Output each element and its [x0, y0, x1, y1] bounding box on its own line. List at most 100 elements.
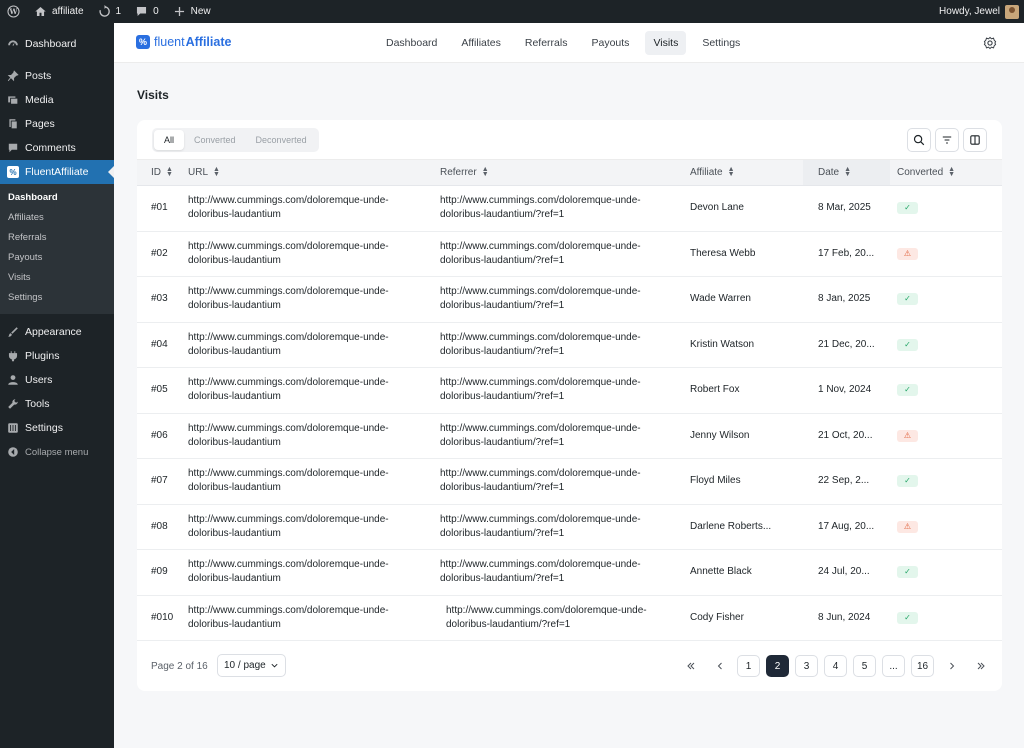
- page-button-16[interactable]: 16: [911, 655, 934, 677]
- search-button[interactable]: [907, 128, 931, 152]
- table-row[interactable]: #08 http://www.cummings.com/doloremque-un…: [137, 504, 1002, 550]
- cell-converted: ✓: [890, 276, 1002, 323]
- app-tabs: Dashboard Affiliates Referrals Payouts V…: [378, 31, 756, 55]
- sidebar-item-media[interactable]: Media: [0, 88, 114, 112]
- tab-dashboard[interactable]: Dashboard: [378, 31, 445, 55]
- cell-converted: ✓: [890, 458, 1002, 505]
- page-ellipsis[interactable]: ...: [882, 655, 905, 677]
- per-page-select[interactable]: 10 / page: [217, 654, 286, 677]
- per-page-value: 10 / page: [224, 660, 266, 671]
- brush-icon: [8, 327, 18, 337]
- submenu-affiliates[interactable]: Affiliates: [0, 208, 114, 228]
- cell-affiliate: Annette Black: [690, 549, 803, 596]
- chevron-right-icon: [949, 662, 954, 670]
- filter-deconverted[interactable]: Deconverted: [246, 130, 317, 150]
- submenu-settings[interactable]: Settings: [0, 288, 114, 308]
- updates-link[interactable]: 1: [91, 0, 129, 23]
- fluentaffiliate-logo[interactable]: % fluent Affiliate: [136, 35, 231, 49]
- tab-payouts[interactable]: Payouts: [583, 31, 637, 55]
- column-header-converted[interactable]: Converted ▲ ▼: [890, 159, 1002, 186]
- table-row[interactable]: #02 http://www.cummings.com/doloremque-un…: [137, 231, 1002, 277]
- column-header-date[interactable]: Date ▲ ▼: [803, 159, 890, 186]
- pin-icon: [7, 70, 19, 82]
- chevron-left-icon: [717, 662, 722, 670]
- page-button-2[interactable]: 2: [766, 655, 789, 677]
- sidebar-item-appearance[interactable]: Appearance: [0, 320, 114, 344]
- tab-visits[interactable]: Visits: [645, 31, 687, 55]
- sidebar-item-comments[interactable]: Comments: [0, 136, 114, 160]
- converted-check-icon: ✓: [897, 566, 918, 579]
- cell-id: #02: [137, 231, 188, 277]
- cell-url: http://www.cummings.com/doloremque-unde-…: [188, 367, 439, 414]
- tab-settings[interactable]: Settings: [694, 31, 748, 55]
- prev-page-button[interactable]: [708, 655, 731, 677]
- user-icon: [8, 375, 18, 385]
- url-line-1: http://www.cummings.com/doloremque-unde-: [188, 195, 389, 207]
- page-button-4[interactable]: 4: [824, 655, 847, 677]
- tab-referrals[interactable]: Referrals: [517, 31, 576, 55]
- sidebar-item-plugins[interactable]: Plugins: [0, 344, 114, 368]
- gear-icon[interactable]: [983, 36, 997, 50]
- column-header-url[interactable]: URL ▲ ▼: [188, 159, 439, 186]
- sidebar-item-settings[interactable]: Settings: [0, 416, 114, 440]
- table-row[interactable]: #01 http://www.cummings.com/doloremque-un…: [137, 185, 1002, 232]
- sidebar-item-fluentaffiliate[interactable]: % FluentAffiliate: [0, 160, 114, 184]
- url-line-1: http://www.cummings.com/doloremque-unde-: [188, 377, 389, 389]
- tab-affiliates[interactable]: Affiliates: [453, 31, 509, 55]
- table-row[interactable]: #05 http://www.cummings.com/doloremque-un…: [137, 367, 1002, 414]
- submenu-referrals[interactable]: Referrals: [0, 228, 114, 248]
- visits-card: All Converted Deconverted ID ▲▼ URL ▲▼: [137, 120, 1002, 691]
- account-menu[interactable]: Howdy, Jewel: [932, 0, 1024, 23]
- cell-url: http://www.cummings.com/doloremque-unde-…: [188, 322, 439, 368]
- cell-converted: ✓: [890, 185, 1002, 232]
- columns-button[interactable]: [963, 128, 987, 152]
- page-button-1[interactable]: 1: [737, 655, 760, 677]
- comments-link[interactable]: 0: [128, 0, 166, 23]
- sidebar-item-tools[interactable]: Tools: [0, 392, 114, 416]
- column-header-affiliate[interactable]: Affiliate ▲ ▼: [690, 159, 803, 186]
- settings-icon: [8, 423, 18, 433]
- sidebar-item-users[interactable]: Users: [0, 368, 114, 392]
- dashboard-icon: [8, 40, 18, 46]
- last-page-button[interactable]: [969, 655, 992, 677]
- sidebar-item-posts[interactable]: Posts: [0, 64, 114, 88]
- table-row[interactable]: #06 http://www.cummings.com/doloremque-un…: [137, 413, 1002, 459]
- submenu-payouts[interactable]: Payouts: [0, 248, 114, 268]
- table-row[interactable]: #09 http://www.cummings.com/doloremque-un…: [137, 549, 1002, 596]
- cell-date: 8 Mar, 2025: [803, 185, 890, 232]
- url-line-1: http://www.cummings.com/doloremque-unde-: [188, 604, 389, 616]
- page-button-3[interactable]: 3: [795, 655, 818, 677]
- filter-all[interactable]: All: [154, 130, 185, 150]
- url-line-2: doloribus-laudantium: [188, 300, 281, 312]
- submenu-dashboard[interactable]: Dashboard: [0, 188, 114, 208]
- column-header-referrer[interactable]: Referrer ▲ ▼: [439, 159, 690, 186]
- site-name-link[interactable]: affiliate: [27, 0, 91, 23]
- submenu-visits[interactable]: Visits: [0, 268, 114, 288]
- collapse-menu-button[interactable]: Collapse menu: [0, 440, 114, 464]
- cell-converted: ✓: [890, 549, 1002, 596]
- cell-referrer: http://www.cummings.com/doloremque-unde-…: [439, 458, 690, 505]
- wordpress-logo-button[interactable]: W: [0, 0, 27, 23]
- first-page-button[interactable]: [679, 655, 702, 677]
- table-row[interactable]: #04 http://www.cummings.com/doloremque-un…: [137, 322, 1002, 368]
- next-page-button[interactable]: [940, 655, 963, 677]
- column-header-id[interactable]: ID ▲ ▼: [137, 159, 188, 186]
- sidebar-item-pages[interactable]: Pages: [0, 112, 114, 136]
- table-row[interactable]: #07 http://www.cummings.com/doloremque-un…: [137, 458, 1002, 505]
- sidebar-item-dashboard[interactable]: Dashboard: [0, 32, 114, 56]
- cell-url: http://www.cummings.com/doloremque-unde-…: [188, 504, 439, 550]
- sort-icon: ▲ ▼: [948, 166, 956, 179]
- page-button-5[interactable]: 5: [853, 655, 876, 677]
- sidebar-label-comments: Comments: [25, 142, 76, 154]
- comment-icon: [137, 6, 147, 17]
- sort-icon: ▲ ▼: [727, 166, 735, 179]
- table-row[interactable]: #03 http://www.cummings.com/doloremque-un…: [137, 276, 1002, 323]
- new-content-link[interactable]: New: [166, 0, 218, 23]
- table-row[interactable]: #010 http://www.cummings.com/doloremque-u…: [137, 595, 1002, 641]
- cell-affiliate: Cody Fisher: [690, 595, 803, 641]
- logo-icon: %: [136, 35, 150, 49]
- cell-converted: ⚠: [890, 504, 1002, 550]
- url-line-2: doloribus-laudantium: [188, 209, 281, 221]
- filter-button[interactable]: [935, 128, 959, 152]
- filter-converted[interactable]: Converted: [184, 130, 246, 150]
